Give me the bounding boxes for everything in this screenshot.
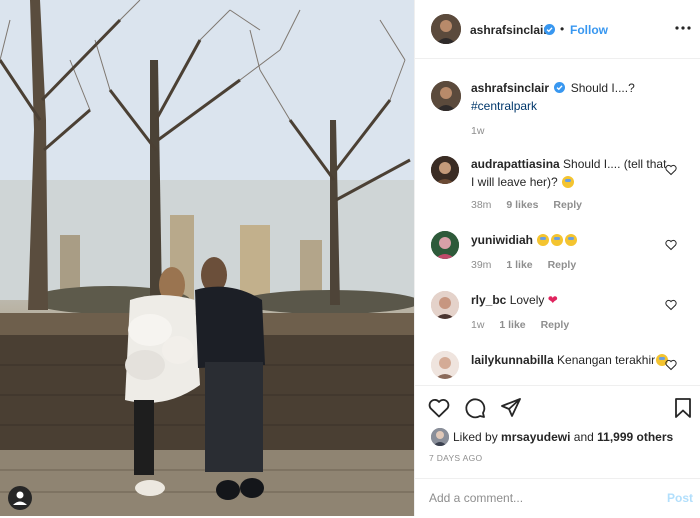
liker-username[interactable]: mrsayudewi (501, 430, 570, 444)
comment: audrapattiasina Should I.... (tell that … (471, 155, 671, 191)
commenter-avatar[interactable] (431, 351, 459, 379)
crying-emoji-icon (551, 234, 564, 246)
post-sidebar: ashrafsinclair • Follow ashrafsinclair S… (414, 0, 700, 516)
comment-meta: 38m 9 likes Reply (471, 199, 594, 211)
comment-input[interactable]: Add a comment... (429, 491, 523, 505)
comment-username[interactable]: audrapattiasina (471, 157, 560, 171)
comments-list[interactable]: ashrafsinclair Should I....? #centralpar… (415, 59, 700, 385)
caption-meta: 1w (471, 125, 496, 137)
crying-emoji-icon (537, 234, 550, 246)
post-header: ashrafsinclair • Follow (415, 0, 700, 59)
comment-likes[interactable]: 9 likes (506, 199, 538, 211)
comment-text: Lovely (509, 293, 545, 307)
liker-avatar[interactable] (431, 428, 449, 446)
comment-time[interactable]: 1w (471, 319, 484, 331)
comment-username[interactable]: lailykunnabilla (471, 353, 554, 367)
author-username[interactable]: ashrafsinclair (470, 23, 548, 37)
reply-button[interactable]: Reply (541, 319, 570, 331)
verified-badge-icon (554, 82, 566, 93)
comment-likes[interactable]: 1 like (499, 319, 525, 331)
comment-like-heart-icon[interactable] (665, 299, 677, 311)
reply-button[interactable]: Reply (548, 259, 577, 271)
caption-time[interactable]: 1w (471, 125, 484, 137)
user-tag-icon[interactable] (8, 486, 32, 510)
commenter-avatar[interactable] (431, 231, 459, 259)
comment-time[interactable]: 38m (471, 199, 491, 211)
comment: yuniwidiah (471, 231, 671, 249)
comment-likes[interactable]: 1 like (506, 259, 532, 271)
and-label: and (573, 430, 594, 444)
post-actions: Liked by mrsayudewi and 11,999 others 7 … (415, 385, 700, 517)
crying-emoji-icon (565, 234, 578, 246)
comment-username[interactable]: yuniwidiah (471, 233, 533, 247)
comment-text: Kenangan terakhir (557, 353, 656, 367)
post-comment-button[interactable]: Post (667, 491, 693, 505)
instagram-post: ashrafsinclair • Follow ashrafsinclair S… (0, 0, 700, 516)
comment-like-heart-icon[interactable] (665, 164, 677, 176)
comment-meta: 39m 1 like Reply (471, 259, 588, 271)
add-comment-bar: Add a comment... Post (415, 478, 700, 518)
others-count[interactable]: 11,999 others (597, 430, 673, 444)
comment-meta: 1w 1 like Reply (471, 319, 581, 331)
comment-like-heart-icon[interactable] (665, 359, 677, 371)
crying-emoji-icon (562, 176, 575, 188)
liked-by-label: Liked by (453, 430, 498, 444)
bookmark-icon[interactable] (671, 396, 695, 420)
post-date[interactable]: 7 DAYS AGO (429, 453, 482, 463)
comment: rly_bc Lovely ❤ (471, 291, 671, 309)
heart-icon[interactable] (427, 396, 451, 420)
comment-icon[interactable] (463, 396, 487, 420)
heart-emoji-icon: ❤ (547, 293, 558, 307)
reply-button[interactable]: Reply (553, 199, 582, 211)
commenter-avatar[interactable] (431, 291, 459, 319)
verified-badge-icon (544, 24, 555, 35)
author-avatar[interactable] (431, 14, 461, 44)
share-icon[interactable] (499, 396, 523, 420)
comment-like-heart-icon[interactable] (665, 239, 677, 251)
follow-button[interactable]: Follow (570, 23, 608, 37)
caption: ashrafsinclair Should I....? #centralpar… (471, 79, 671, 115)
comment-time[interactable]: 39m (471, 259, 491, 271)
separator-dot: • (560, 22, 565, 36)
caption-hashtag[interactable]: #centralpark (471, 99, 537, 113)
caption-text: Should I....? (570, 81, 635, 95)
caption-username[interactable]: ashrafsinclair (471, 81, 549, 95)
comment-username[interactable]: rly_bc (471, 293, 506, 307)
caption-author-avatar[interactable] (431, 81, 461, 111)
commenter-avatar[interactable] (431, 156, 459, 184)
comment: lailykunnabilla Kenangan terakhir (471, 351, 671, 369)
more-options-icon[interactable] (675, 23, 691, 33)
post-photo[interactable] (0, 0, 414, 516)
central-park-photo (0, 0, 414, 516)
likes-text[interactable]: Liked by mrsayudewi and 11,999 others (453, 430, 673, 444)
